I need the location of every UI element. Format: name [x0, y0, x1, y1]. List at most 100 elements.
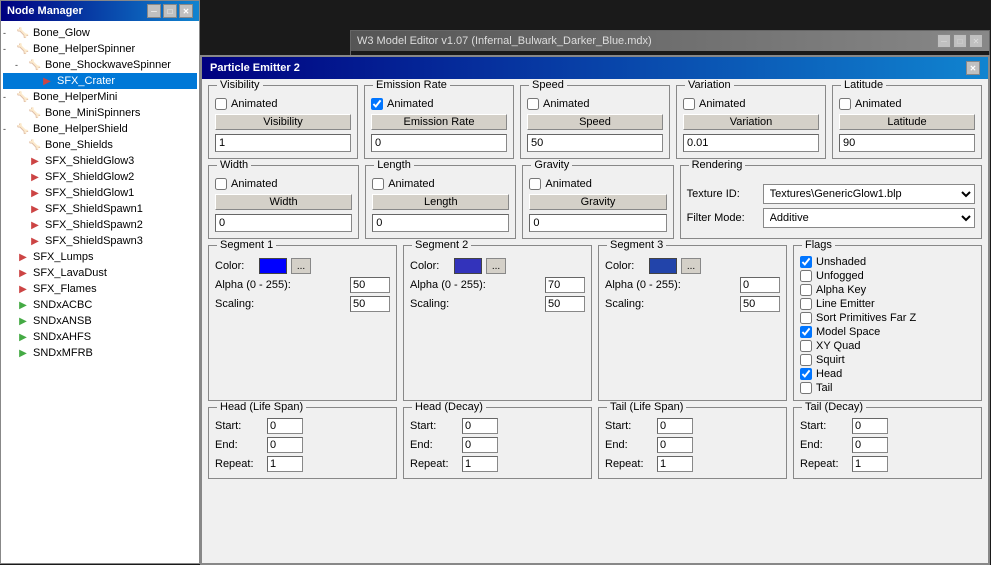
tree-item-snd-acbc[interactable]: ▶ SNDxACBC: [3, 297, 197, 313]
segment2-scaling-input[interactable]: [545, 296, 585, 312]
close-button[interactable]: ✕: [969, 34, 983, 48]
tree-item-bone-helpermini[interactable]: - 🦴 Bone_HelperMini: [3, 89, 197, 105]
width-value-input[interactable]: [215, 214, 352, 232]
segment1-dots-button[interactable]: ...: [291, 258, 311, 274]
head-decay-repeat-input[interactable]: [462, 456, 498, 472]
segment1-content: Color: ... Alpha (0 - 255): Scaling:: [215, 258, 390, 312]
tail-decay-start-input[interactable]: [852, 418, 888, 434]
segment3-dots-button[interactable]: ...: [681, 258, 701, 274]
speed-value-input[interactable]: [527, 134, 663, 152]
tree-item-bone-minispinners[interactable]: 🦴 Bone_MiniSpinners: [3, 105, 197, 121]
latitude-button[interactable]: Latitude: [839, 114, 975, 130]
variation-value-input[interactable]: [683, 134, 819, 152]
tree-item-sfx-shieldspawn2[interactable]: ▶ SFX_ShieldSpawn2: [3, 217, 197, 233]
visibility-animated-checkbox[interactable]: [215, 98, 227, 110]
segment2-dots-button[interactable]: ...: [486, 258, 506, 274]
head-checkbox[interactable]: [800, 368, 812, 380]
width-animated-row: Animated: [215, 178, 352, 190]
tree-item-sfx-lavadust[interactable]: ▶ SFX_LavaDust: [3, 265, 197, 281]
width-animated-checkbox[interactable]: [215, 178, 227, 190]
close-button[interactable]: ✕: [179, 4, 193, 18]
tree-label: Bone_HelperMini: [33, 91, 117, 103]
emission-animated-checkbox[interactable]: [371, 98, 383, 110]
unshaded-checkbox[interactable]: [800, 256, 812, 268]
latitude-animated-checkbox[interactable]: [839, 98, 851, 110]
tree-item-snd-ansb[interactable]: ▶ SNDxANSB: [3, 313, 197, 329]
filter-mode-select[interactable]: Additive Blend Modulate: [763, 208, 975, 228]
head-lifespan-end-input[interactable]: [267, 437, 303, 453]
length-button[interactable]: Length: [372, 194, 509, 210]
tree-item-snd-ahfs[interactable]: ▶ SNDxAHFS: [3, 329, 197, 345]
segment2-color-swatch[interactable]: [454, 258, 482, 274]
squirt-checkbox[interactable]: [800, 354, 812, 366]
speed-animated-checkbox[interactable]: [527, 98, 539, 110]
tail-decay-repeat-input[interactable]: [852, 456, 888, 472]
visibility-button[interactable]: Visibility: [215, 114, 351, 130]
tree-item-bone-shockwavespinner[interactable]: - 🦴 Bone_ShockwaveSpinner: [3, 57, 197, 73]
visibility-value-input[interactable]: [215, 134, 351, 152]
minimize-button[interactable]: ─: [937, 34, 951, 48]
head-decay-start-input[interactable]: [462, 418, 498, 434]
close-dialog-button[interactable]: ✕: [966, 61, 980, 75]
unfogged-checkbox[interactable]: [800, 270, 812, 282]
segment3-scaling-input[interactable]: [740, 296, 780, 312]
minimize-button[interactable]: ─: [147, 4, 161, 18]
head-decay-end-input[interactable]: [462, 437, 498, 453]
speed-button[interactable]: Speed: [527, 114, 663, 130]
tree-item-bone-glow[interactable]: - 🦴 Bone_Glow: [3, 25, 197, 41]
head-lifespan-start-input[interactable]: [267, 418, 303, 434]
tail-checkbox[interactable]: [800, 382, 812, 394]
segment2-label: Segment 2: [412, 239, 471, 251]
maximize-button[interactable]: □: [163, 4, 177, 18]
texture-id-select[interactable]: Textures\GenericGlow1.blp: [763, 184, 975, 204]
tree-item-sfx-shieldspawn1[interactable]: ▶ SFX_ShieldSpawn1: [3, 201, 197, 217]
emission-rate-button[interactable]: Emission Rate: [371, 114, 507, 130]
gravity-value-input[interactable]: [529, 214, 666, 232]
tail-lifespan-start-input[interactable]: [657, 418, 693, 434]
tail-lifespan-end-input[interactable]: [657, 437, 693, 453]
maximize-button[interactable]: □: [953, 34, 967, 48]
tail-lifespan-repeat-input[interactable]: [657, 456, 693, 472]
segment1-alpha-input[interactable]: [350, 277, 390, 293]
line-emitter-checkbox[interactable]: [800, 298, 812, 310]
tree-item-sfx-shieldglow2[interactable]: ▶ SFX_ShieldGlow2: [3, 169, 197, 185]
sort-primitives-checkbox[interactable]: [800, 312, 812, 324]
gravity-button[interactable]: Gravity: [529, 194, 666, 210]
tree-item-snd-mfrb[interactable]: ▶ SNDxMFRB: [3, 345, 197, 361]
length-animated-checkbox[interactable]: [372, 178, 384, 190]
segment1-scaling-input[interactable]: [350, 296, 390, 312]
sfx-icon: ▶: [15, 330, 31, 344]
head-decay-repeat-row: Repeat:: [410, 456, 585, 472]
segment3-alpha-input[interactable]: [740, 277, 780, 293]
length-value-input[interactable]: [372, 214, 509, 232]
tree-item-sfx-shieldglow1[interactable]: ▶ SFX_ShieldGlow1: [3, 185, 197, 201]
emission-rate-content: Animated Emission Rate: [371, 98, 507, 152]
segment3-color-swatch[interactable]: [649, 258, 677, 274]
tree-item-bone-helpershield[interactable]: - 🦴 Bone_HelperShield: [3, 121, 197, 137]
gravity-animated-checkbox[interactable]: [529, 178, 541, 190]
tree-item-sfx-shieldglow3[interactable]: ▶ SFX_ShieldGlow3: [3, 153, 197, 169]
xy-quad-checkbox[interactable]: [800, 340, 812, 352]
tail-decay-end-input[interactable]: [852, 437, 888, 453]
variation-button[interactable]: Variation: [683, 114, 819, 130]
tree-item-sfx-lumps[interactable]: ▶ SFX_Lumps: [3, 249, 197, 265]
segment1-color-swatch[interactable]: [259, 258, 287, 274]
model-space-checkbox[interactable]: [800, 326, 812, 338]
tree-item-sfx-crater[interactable]: ▶ SFX_Crater: [3, 73, 197, 89]
emission-rate-value-input[interactable]: [371, 134, 507, 152]
variation-animated-checkbox[interactable]: [683, 98, 695, 110]
tree-item-bone-shields[interactable]: 🦴 Bone_Shields: [3, 137, 197, 153]
tree-label: SNDxACBC: [33, 299, 92, 311]
model-editor-titlebar: W3 Model Editor v1.07 (Infernal_Bulwark_…: [351, 31, 989, 51]
alpha-key-checkbox[interactable]: [800, 284, 812, 296]
tree-item-sfx-flames[interactable]: ▶ SFX_Flames: [3, 281, 197, 297]
tree-item-sfx-shieldspawn3[interactable]: ▶ SFX_ShieldSpawn3: [3, 233, 197, 249]
emission-animated-label: Animated: [387, 98, 433, 110]
head-lifespan-repeat-input[interactable]: [267, 456, 303, 472]
latitude-value-input[interactable]: [839, 134, 975, 152]
segment2-alpha-input[interactable]: [545, 277, 585, 293]
tree-item-bone-helperspinner[interactable]: - 🦴 Bone_HelperSpinner: [3, 41, 197, 57]
tail-decay-panel: Tail (Decay) Start: End: Repeat:: [793, 407, 982, 479]
segment2-content: Color: ... Alpha (0 - 255): Scaling:: [410, 258, 585, 312]
width-button[interactable]: Width: [215, 194, 352, 210]
